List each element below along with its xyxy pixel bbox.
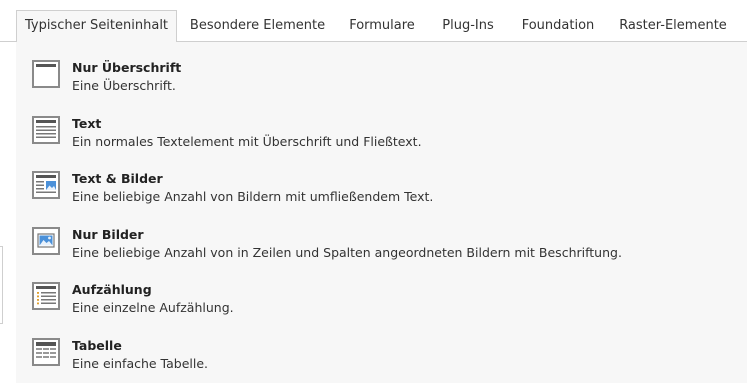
side-handle [0,246,3,324]
option-title: Nur Überschrift [72,60,182,75]
bullet-list-icon [32,282,60,310]
content-panel: Nur Überschrift Eine Überschrift. Text E… [16,42,747,383]
option-title: Text & Bilder [72,171,163,186]
element-option-bullets[interactable]: Aufzählung Eine einzelne Aufzählung. [32,282,732,322]
tab-typical-content[interactable]: Typischer Seiteninhalt [16,10,177,42]
option-title: Aufzählung [72,282,152,297]
tab-plugins[interactable]: Plug-Ins [428,10,508,41]
option-title: Nur Bilder [72,227,144,242]
tab-grid-elements[interactable]: Raster-Elemente [608,10,738,41]
option-description: Eine beliebige Anzahl von Bildern mit um… [72,189,434,204]
tab-special-elements[interactable]: Besondere Elemente [179,10,336,41]
element-option-images[interactable]: Nur Bilder Eine beliebige Anzahl von in … [32,227,732,267]
tab-divider [0,41,16,42]
text-icon [32,116,60,144]
option-title: Text [72,116,102,131]
header-icon [32,60,60,88]
element-option-header[interactable]: Nur Überschrift Eine Überschrift. [32,60,732,100]
option-description: Eine Überschrift. [72,78,176,93]
option-title: Tabelle [72,338,122,353]
option-description: Eine einfache Tabelle. [72,356,209,371]
option-description: Eine beliebige Anzahl von in Zeilen und … [72,245,622,260]
tab-bar: Typischer Seiteninhalt Besondere Element… [0,0,747,42]
option-description: Ein normales Textelement mit Überschrift… [72,134,422,149]
element-option-text[interactable]: Text Ein normales Textelement mit Übersc… [32,116,732,156]
text-image-icon [32,171,60,199]
tab-forms[interactable]: Formulare [337,10,427,41]
element-option-table[interactable]: Tabelle Eine einfache Tabelle. [32,338,732,378]
tab-foundation[interactable]: Foundation [509,10,607,41]
element-option-text-images[interactable]: Text & Bilder Eine beliebige Anzahl von … [32,171,732,211]
table-icon [32,338,60,366]
option-description: Eine einzelne Aufzählung. [72,300,234,315]
image-icon [32,227,60,255]
